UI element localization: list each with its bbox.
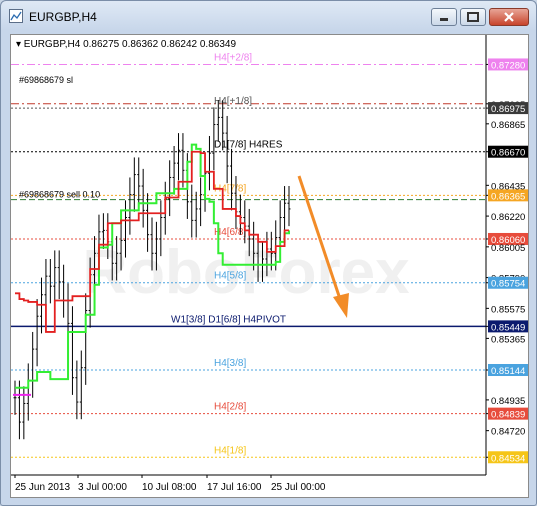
- watermark-text: RoboForex: [82, 238, 410, 307]
- restore-icon: [467, 12, 479, 22]
- price-chart: RoboForex H4[+2/8] H4[+1/8] D1[7/8] H4RES H…: [11, 35, 528, 493]
- time-tick-label: 10 Jul 08:00: [142, 482, 197, 493]
- minimize-icon: [440, 18, 448, 21]
- price-tag-label: 0.86975: [491, 104, 525, 115]
- window-title: EURGBP,H4: [29, 10, 97, 24]
- price-tag-label: 0.87280: [491, 60, 525, 71]
- level-label: H4[1/8]: [214, 445, 246, 456]
- price-tag-label: 0.85754: [491, 279, 525, 290]
- time-tick-label: 3 Jul 00:00: [78, 482, 127, 493]
- level-label: H4[2/8]: [214, 402, 246, 413]
- symbol-header: ▾ EURGBP,H4 0.86275 0.86362 0.86242 0.86…: [16, 39, 236, 50]
- level-label: D1[7/8] H4RES: [214, 140, 283, 151]
- price-tag-label: 0.85144: [491, 366, 525, 377]
- price-tick-label: 0.84720: [491, 427, 525, 438]
- level-label: H4[3/8]: [214, 358, 246, 369]
- price-tag-label: 0.84534: [491, 453, 525, 464]
- time-tick-label: 17 Jul 16:00: [207, 482, 262, 493]
- time-tick-label: 25 Jun 2013: [15, 482, 70, 493]
- title-bar[interactable]: EURGBP,H4: [1, 1, 536, 31]
- order-label: #69868679 sl: [19, 75, 73, 85]
- time-tick-label: 25 Jul 00:00: [271, 482, 326, 493]
- price-tick-label: 0.85575: [491, 304, 525, 315]
- price-tag-label: 0.84839: [491, 410, 525, 421]
- level-label: H4[5/8]: [214, 271, 246, 282]
- price-tick-label: 0.86005: [491, 243, 525, 254]
- chart-window: EURGBP,H4 RoboForex H4[+2/8] H4[+1/8] D1[7…: [0, 0, 537, 506]
- order-label: #69868679 sell 0.10: [19, 190, 100, 200]
- level-label: H4[+1/8]: [214, 96, 252, 107]
- price-tick-label: 0.86220: [491, 212, 525, 223]
- chart-window-icon: [9, 9, 23, 23]
- price-tag-label: 0.86365: [491, 191, 525, 202]
- chart-area[interactable]: RoboForex H4[+2/8] H4[+1/8] D1[7/8] H4RES H…: [10, 34, 529, 498]
- price-tick-label: 0.84935: [491, 396, 525, 407]
- restore-button[interactable]: [460, 8, 486, 26]
- minimize-button[interactable]: [431, 8, 457, 26]
- level-label: W1[3/8] D1[6/8] H4PIVOT: [171, 314, 286, 325]
- close-button[interactable]: [489, 8, 529, 26]
- price-tick-label: 0.85365: [491, 334, 525, 345]
- close-icon: [504, 12, 514, 22]
- level-label: H4[+2/8]: [214, 52, 252, 63]
- price-tag-label: 0.85449: [491, 322, 525, 333]
- price-tag-label: 0.86670: [491, 148, 525, 159]
- price-tick-label: 0.86865: [491, 120, 525, 131]
